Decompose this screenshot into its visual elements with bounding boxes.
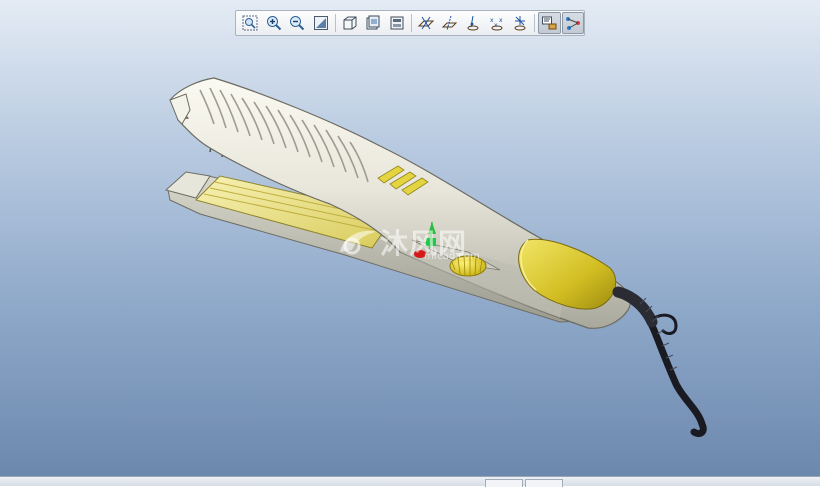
refit-button[interactable] — [309, 12, 331, 34]
toolbar-separator — [334, 14, 336, 32]
datum-axes-button[interactable] — [438, 12, 460, 34]
zoom-in-button[interactable] — [262, 12, 284, 34]
zoom-window-icon — [242, 15, 258, 31]
display-style-button[interactable] — [339, 12, 361, 34]
graphics-viewport[interactable]: 沐风网 mfcad.com x x x — [0, 0, 820, 476]
zoom-out-icon — [290, 16, 305, 31]
model-tree-button[interactable] — [561, 12, 585, 34]
spin-center-button[interactable] — [509, 12, 531, 34]
datum-planes-icon — [418, 16, 435, 30]
svg-text:x: x — [494, 22, 498, 29]
view-manager-icon — [390, 16, 404, 30]
spin-center-icon — [514, 16, 526, 31]
status-bar-field[interactable] — [525, 479, 563, 487]
datum-planes-button[interactable] — [415, 12, 437, 34]
datum-points-icon — [467, 15, 479, 31]
saved-views-icon — [366, 15, 380, 30]
annotations-icon — [542, 16, 557, 30]
model-tree-icon — [565, 17, 580, 30]
hair-straightener-model[interactable] — [0, 0, 820, 476]
refit-icon — [313, 16, 328, 30]
graphics-toolbar: x x x — [235, 10, 585, 36]
view-manager-button[interactable] — [386, 12, 408, 34]
zoom-window-button[interactable] — [239, 12, 261, 34]
toolbar-separator — [411, 14, 412, 32]
zoom-out-button[interactable] — [286, 12, 308, 34]
status-bar-field[interactable] — [485, 479, 523, 487]
saved-views-button[interactable] — [362, 12, 384, 34]
toolbar-separator — [534, 14, 536, 32]
coordinate-systems-button[interactable]: x x x — [485, 12, 507, 34]
datum-points-button[interactable] — [462, 12, 484, 34]
datum-axes-icon — [441, 15, 457, 31]
annotations-button[interactable] — [538, 12, 561, 34]
display-style-icon — [343, 16, 357, 30]
coordinate-systems-icon: x x x — [490, 17, 503, 31]
svg-text:x: x — [499, 17, 503, 24]
zoom-in-icon — [266, 16, 281, 31]
